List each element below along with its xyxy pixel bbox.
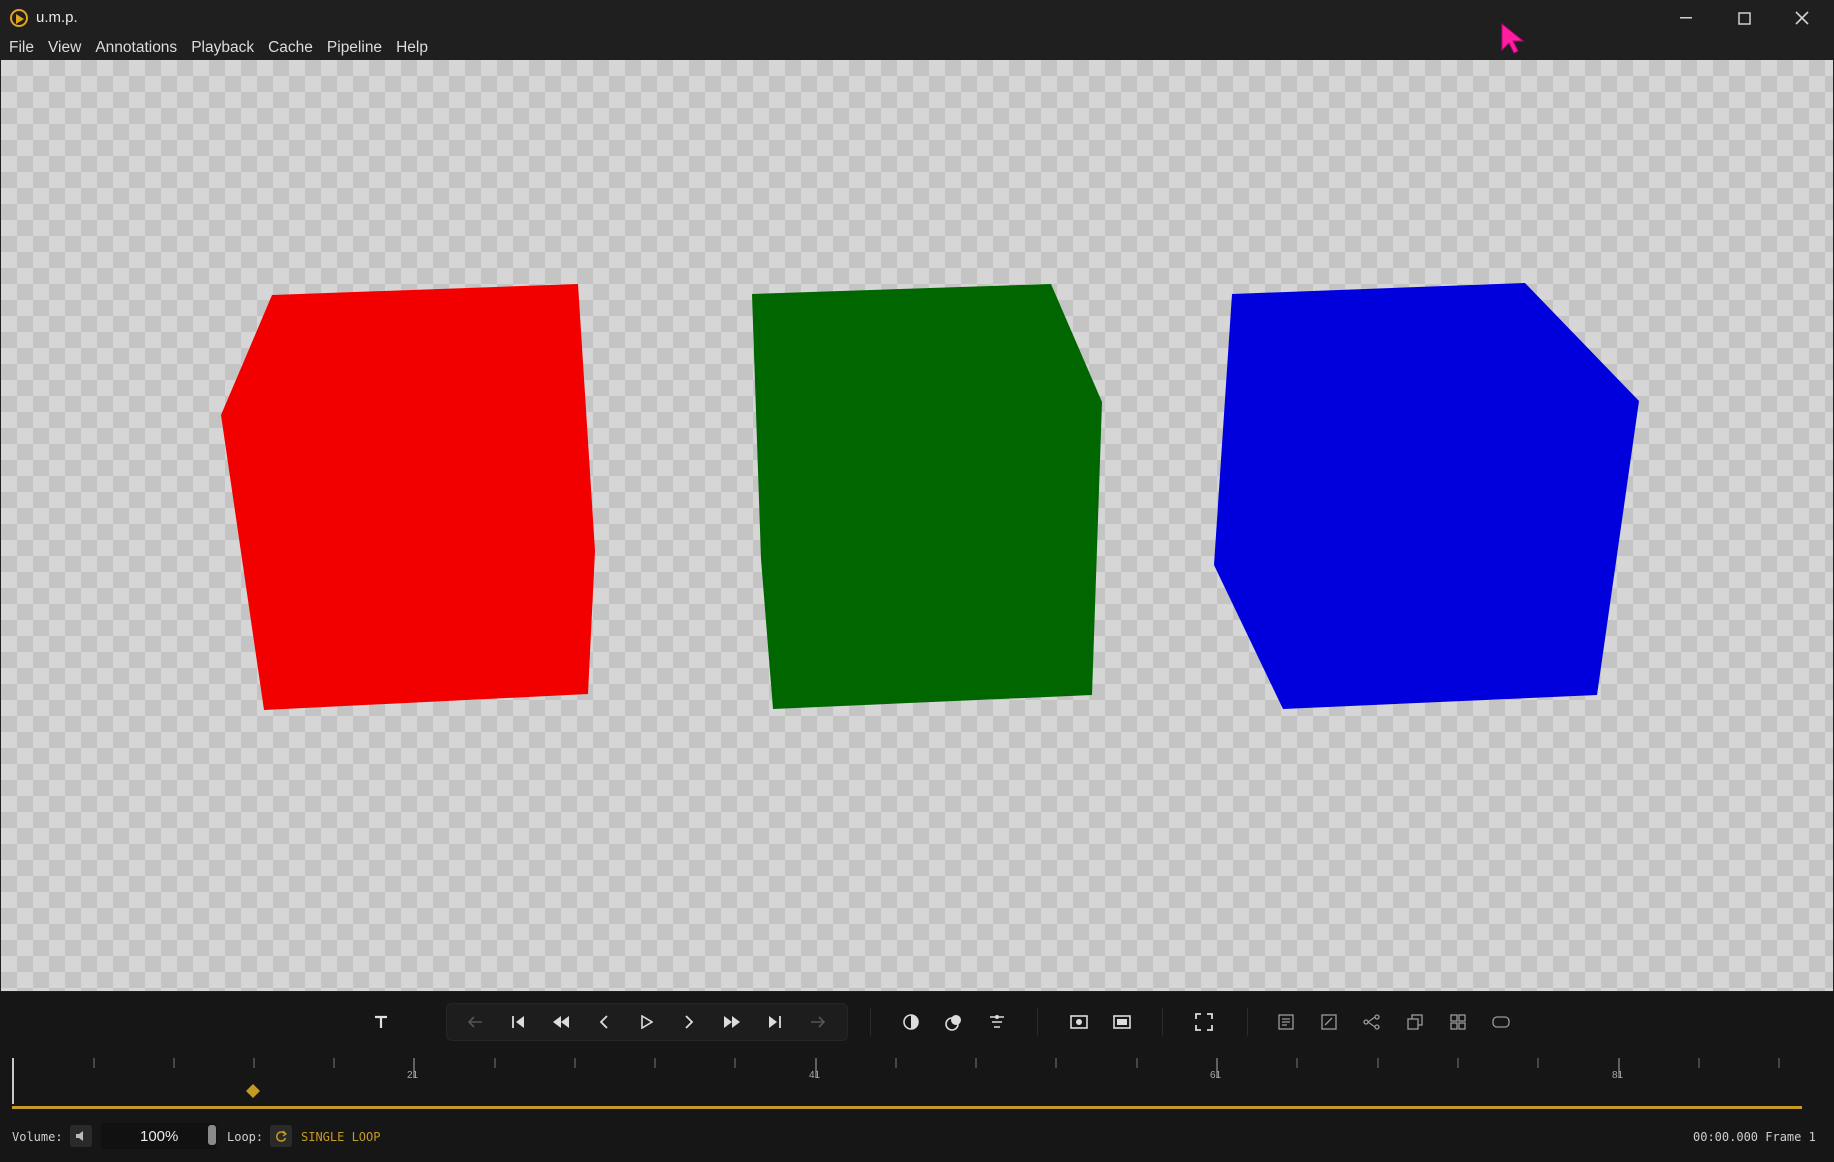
redo-arrow-icon <box>811 1016 826 1028</box>
play-icon <box>641 1015 653 1029</box>
close-icon <box>1795 11 1809 25</box>
node-graph-icon <box>1363 1014 1380 1030</box>
step-forward-icon <box>685 1015 694 1029</box>
text-tool-button[interactable] <box>365 1006 397 1038</box>
safe-area-icon <box>1113 1015 1131 1029</box>
edit-notes-button[interactable] <box>1313 1006 1345 1038</box>
step-back-icon <box>599 1015 608 1029</box>
rounded-rect-button[interactable] <box>1485 1006 1517 1038</box>
close-button[interactable] <box>1773 0 1831 36</box>
menu-file[interactable]: File <box>2 36 41 60</box>
maximize-button[interactable] <box>1715 0 1773 36</box>
snapshot-icon <box>1070 1015 1088 1029</box>
blue-cube <box>1214 283 1639 709</box>
undo-button[interactable] <box>459 1006 491 1038</box>
contrast-button[interactable] <box>895 1006 927 1038</box>
status-bar: Volume: 100% Loop: SINGLE LOOP 00:00.000… <box>0 1122 1834 1152</box>
rounded-rect-icon <box>1492 1016 1510 1028</box>
loop-mode[interactable]: SINGLE LOOP <box>301 1130 380 1144</box>
undo-arrow-icon <box>467 1016 482 1028</box>
menu-annotations[interactable]: Annotations <box>88 36 184 60</box>
rewind-icon <box>553 1016 569 1028</box>
notes-icon <box>1278 1014 1294 1030</box>
step-forward-button[interactable] <box>673 1006 705 1038</box>
menu-cache[interactable]: Cache <box>261 36 320 60</box>
toolbar-separator <box>1162 1008 1163 1036</box>
volume-value: 100% <box>140 1128 179 1145</box>
minimize-button[interactable] <box>1657 0 1715 36</box>
safe-area-button[interactable] <box>1106 1006 1138 1038</box>
minimize-icon <box>1680 17 1692 19</box>
play-circle-icon <box>10 9 28 27</box>
notes-button[interactable] <box>1270 1006 1302 1038</box>
toolbar-separator <box>1037 1008 1038 1036</box>
timeline[interactable]: 21 41 61 81 <box>12 1054 1802 1114</box>
title-bar: u.m.p. <box>0 0 1834 36</box>
node-graph-button[interactable] <box>1356 1006 1388 1038</box>
loop-label: Loop: <box>227 1130 264 1144</box>
color-mix-icon <box>945 1015 961 1031</box>
timecode: 00:00.000 Frame 1 <box>1693 1130 1816 1144</box>
menu-playback[interactable]: Playback <box>184 36 261 60</box>
timeline-ruler <box>12 1058 1780 1104</box>
toolbar-separator <box>1247 1008 1248 1036</box>
play-button[interactable] <box>631 1006 663 1038</box>
snapshot-button[interactable] <box>1063 1006 1095 1038</box>
volume-label: Volume: <box>12 1130 63 1144</box>
tick-label: 41 <box>809 1070 821 1081</box>
mouse-cursor-icon <box>1501 22 1525 54</box>
tick-label: 61 <box>1210 1070 1222 1081</box>
rewind-button[interactable] <box>545 1006 577 1038</box>
edit-notes-icon <box>1321 1014 1337 1030</box>
fast-forward-icon <box>724 1016 740 1028</box>
tick-label: 81 <box>1612 1070 1624 1081</box>
skip-to-end-icon <box>769 1016 781 1028</box>
contrast-icon <box>903 1014 919 1030</box>
skip-to-end-button[interactable] <box>759 1006 791 1038</box>
text-tool-icon <box>375 1015 387 1028</box>
tick-label: 21 <box>407 1070 419 1081</box>
keyframe-diamond[interactable] <box>246 1084 260 1098</box>
volume-slider-handle[interactable] <box>208 1125 216 1145</box>
playback-toolbar <box>0 992 1834 1052</box>
fullscreen-icon <box>1195 1013 1213 1031</box>
menu-help[interactable]: Help <box>389 36 435 60</box>
red-cube <box>221 284 595 710</box>
cache-progress-bar <box>12 1106 1802 1109</box>
layers-button[interactable] <box>1399 1006 1431 1038</box>
menu-view[interactable]: View <box>41 36 88 60</box>
image-viewer[interactable] <box>1 60 1833 991</box>
loop-icon <box>276 1130 287 1142</box>
toolbar-separator <box>870 1008 871 1036</box>
menu-pipeline[interactable]: Pipeline <box>320 36 389 60</box>
skip-to-start-button[interactable] <box>502 1006 534 1038</box>
skip-to-start-icon <box>512 1016 524 1028</box>
fast-forward-button[interactable] <box>716 1006 748 1038</box>
color-mix-button[interactable] <box>938 1006 970 1038</box>
green-cube <box>752 284 1102 709</box>
menu-bar: File View Annotations Playback Cache Pip… <box>0 36 1834 60</box>
redo-button[interactable] <box>802 1006 834 1038</box>
speaker-icon <box>76 1131 83 1141</box>
fullscreen-button[interactable] <box>1188 1006 1220 1038</box>
speaker-button[interactable] <box>70 1125 92 1147</box>
grid-button[interactable] <box>1442 1006 1474 1038</box>
step-back-button[interactable] <box>588 1006 620 1038</box>
loop-button[interactable] <box>270 1125 292 1147</box>
grid-icon <box>1450 1014 1466 1030</box>
control-panel: 21 41 61 81 Volume: 100% Loop: SINGLE LO… <box>0 992 1834 1162</box>
filter-button[interactable] <box>981 1006 1013 1038</box>
window-title: u.m.p. <box>36 9 78 26</box>
filter-icon <box>990 1015 1004 1028</box>
layers-icon <box>1407 1014 1423 1030</box>
maximize-icon <box>1737 11 1751 25</box>
